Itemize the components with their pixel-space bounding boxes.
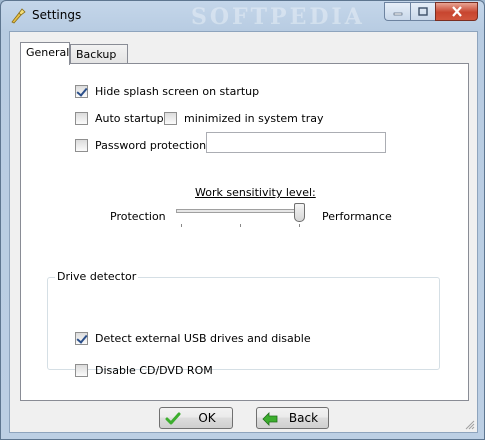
minimize-icon bbox=[393, 12, 402, 15]
maximize-button[interactable] bbox=[410, 2, 435, 21]
close-icon bbox=[451, 6, 462, 17]
password-protection-checkbox[interactable] bbox=[75, 138, 88, 152]
close-button[interactable] bbox=[435, 2, 478, 21]
settings-window: Settings SOFTPEDIA General Backup Hide s… bbox=[0, 0, 485, 440]
slider-tick bbox=[240, 224, 241, 227]
sensitivity-right-label: Performance bbox=[322, 210, 392, 223]
detect-usb-label: Detect external USB drives and disable bbox=[95, 331, 311, 345]
tab-backup-label: Backup bbox=[76, 48, 117, 61]
ok-button[interactable]: OK bbox=[159, 407, 233, 429]
tab-general[interactable]: General bbox=[20, 42, 70, 65]
client-area: General Backup Hide splash screen on sta… bbox=[9, 31, 478, 433]
minimized-tray-checkbox[interactable] bbox=[164, 111, 177, 125]
title-bar[interactable]: Settings SOFTPEDIA bbox=[1, 1, 484, 31]
caption-buttons bbox=[384, 2, 478, 21]
app-icon bbox=[11, 8, 26, 24]
maximize-icon bbox=[418, 6, 428, 16]
sensitivity-slider-track[interactable] bbox=[176, 209, 303, 213]
sensitivity-slider-thumb[interactable] bbox=[294, 203, 305, 222]
auto-startup-option[interactable]: Auto startup bbox=[75, 110, 164, 126]
slider-tick bbox=[299, 224, 300, 227]
hide-splash-option[interactable]: Hide splash screen on startup bbox=[75, 83, 259, 99]
minimized-tray-label: minimized in system tray bbox=[184, 111, 324, 125]
password-input[interactable] bbox=[206, 132, 386, 153]
disable-cd-label: Disable CD/DVD ROM bbox=[95, 363, 213, 377]
window-title: Settings bbox=[32, 8, 82, 22]
hide-splash-label: Hide splash screen on startup bbox=[95, 84, 260, 98]
tab-backup[interactable]: Backup bbox=[70, 44, 128, 64]
auto-startup-label: Auto startup bbox=[95, 111, 164, 125]
auto-startup-checkbox[interactable] bbox=[75, 111, 88, 125]
sensitivity-title: Work sensitivity level: bbox=[195, 186, 316, 199]
disable-cd-option[interactable]: Disable CD/DVD ROM bbox=[75, 362, 213, 378]
back-button[interactable]: Back bbox=[256, 407, 329, 429]
ok-button-label: OK bbox=[198, 411, 216, 425]
detect-usb-checkbox[interactable] bbox=[75, 331, 88, 345]
minimized-tray-option[interactable]: minimized in system tray bbox=[164, 110, 323, 126]
back-button-label: Back bbox=[288, 411, 319, 425]
slider-tick bbox=[181, 224, 182, 227]
tab-general-label: General bbox=[26, 46, 70, 59]
disable-cd-checkbox[interactable] bbox=[75, 363, 88, 377]
minimize-button[interactable] bbox=[384, 2, 410, 21]
password-protection-option[interactable]: Password protection: bbox=[75, 137, 210, 153]
general-tab-page: Hide splash screen on startup Auto start… bbox=[20, 63, 469, 401]
drive-detector-title: Drive detector bbox=[55, 270, 139, 283]
drive-detector-group bbox=[47, 277, 440, 370]
sensitivity-left-label: Protection bbox=[110, 210, 166, 223]
watermark: SOFTPEDIA bbox=[191, 4, 365, 30]
hide-splash-checkbox[interactable] bbox=[75, 84, 88, 98]
detect-usb-option[interactable]: Detect external USB drives and disable bbox=[75, 330, 311, 346]
resize-grip-icon[interactable] bbox=[465, 420, 475, 430]
password-protection-label: Password protection: bbox=[95, 138, 210, 152]
